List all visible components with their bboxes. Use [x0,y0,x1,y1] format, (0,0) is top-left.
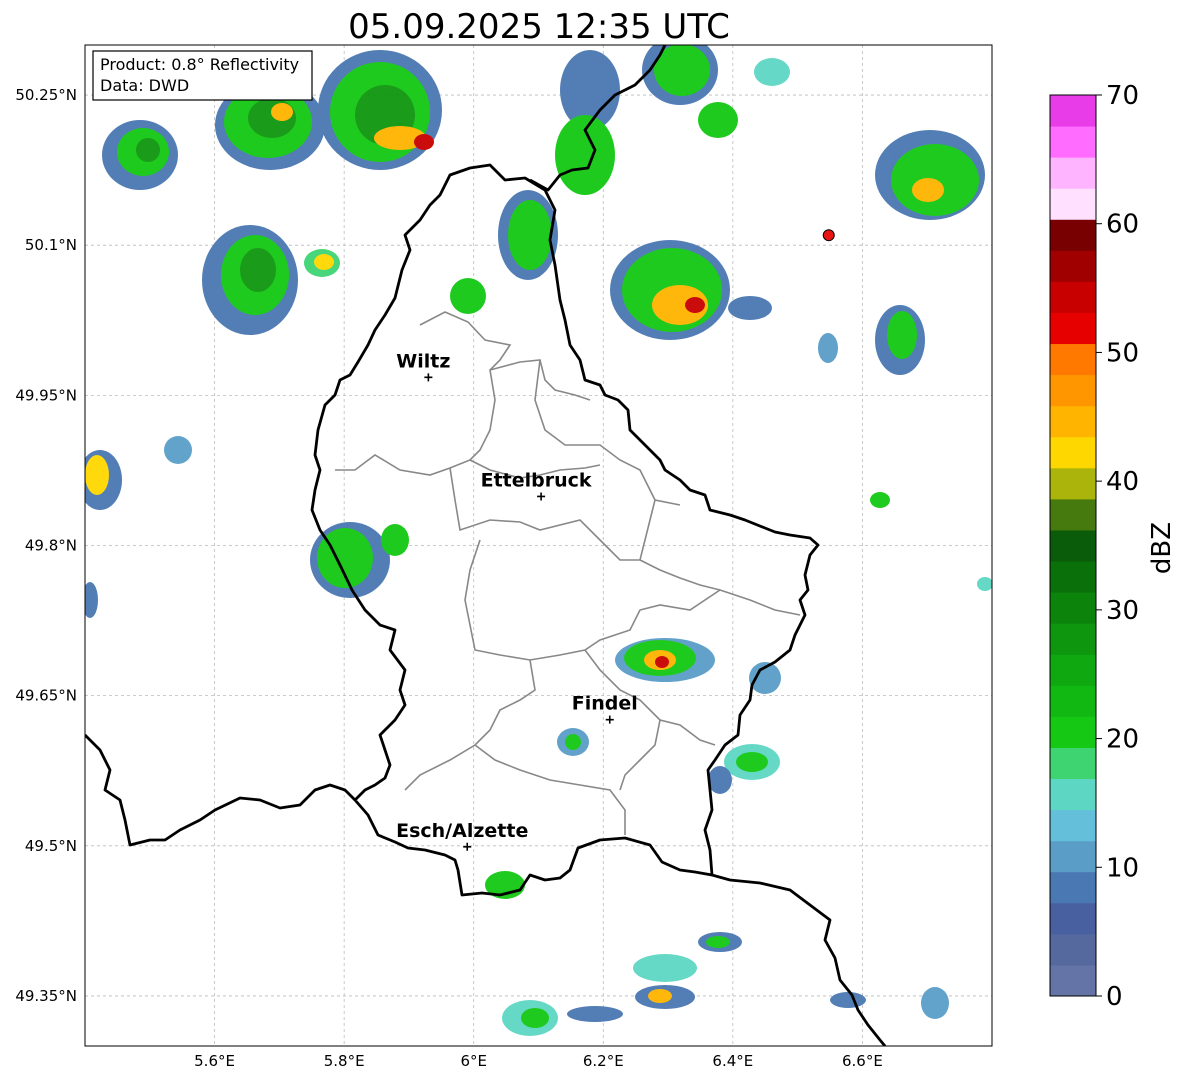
colorbar-swatch [1050,623,1096,655]
colorbar-swatch [1050,250,1096,282]
colorbar-swatch [1050,312,1096,345]
colorbar-label: dBZ [1147,522,1177,574]
colorbar-swatch [1050,871,1096,904]
colorbar-swatch [1050,157,1096,189]
lat-tick-label: 49.8°N [25,537,77,555]
colorbar-swatch [1050,933,1096,966]
radar-site-marker [822,229,835,242]
colorbar-swatch [1050,405,1096,438]
map-title: 05.09.2025 12:35 UTC [348,7,730,47]
lon-tick-label: 6.2°E [583,1052,624,1070]
colorbar-swatch [1050,654,1096,686]
info-product: Product: 0.8° Reflectivity [100,55,299,74]
colorbar-swatch [1050,716,1096,748]
city-label: Wiltz [396,350,450,372]
colorbar-tick-label: 30 [1106,596,1139,626]
colorbar-tick-label: 70 [1106,81,1139,111]
figure-svg: 05.09.2025 12:35 UTC WiltzEttelbruckFind… [15,7,1177,1070]
colorbar-swatch [1050,840,1096,873]
lat-tick-label: 49.65°N [15,687,77,705]
lon-tick-label: 5.6°E [194,1052,235,1070]
colorbar-swatch [1050,685,1096,717]
colorbar-swatch [1050,498,1096,531]
colorbar-swatch [1050,592,1096,624]
colorbar-swatch [1050,188,1096,220]
colorbar-tick-label: 40 [1106,467,1139,497]
colorbar-tick-label: 20 [1106,725,1139,755]
info-data-source: Data: DWD [100,76,189,95]
colorbar-swatch [1050,561,1096,593]
lat-tick-label: 49.95°N [15,386,77,404]
lat-tick-label: 50.1°N [25,236,77,254]
colorbar-swatch [1050,467,1096,500]
city-label: Ettelbruck [481,469,592,491]
radar-figure: 05.09.2025 12:35 UTC Wiltz Ettelbruck Fi… [0,0,1184,1081]
colorbar-swatch [1050,964,1096,997]
colorbar-swatch [1050,281,1096,313]
colorbar-swatch [1050,436,1096,469]
info-box: Product: 0.8° Reflectivity Data: DWD [92,50,313,101]
colorbar: 0 10 20 30 40 50 60 70 [1049,81,1139,1012]
city-label: Findel [572,693,638,715]
map-area: Wiltz Ettelbruck Findel Esch/Alzette Produc… [15,44,993,1070]
lon-tick-label: 6.6°E [842,1052,883,1070]
lat-tick-label: 49.5°N [25,837,77,855]
colorbar-tick-label: 50 [1106,338,1139,368]
colorbar-tick-label: 60 [1106,210,1139,240]
colorbar-tick-label: 10 [1106,853,1139,883]
colorbar-swatch [1050,374,1096,407]
lon-tick-label: 6°E [460,1052,487,1070]
colorbar-swatch [1050,343,1096,376]
lat-tick-label: 50.25°N [15,86,77,104]
colorbar-swatch [1050,809,1096,842]
colorbar-swatch [1050,126,1096,158]
lat-tick-label: 49.35°N [15,987,77,1005]
colorbar-swatch [1050,747,1096,780]
lon-tick-label: 6.4°E [712,1052,753,1070]
colorbar-swatch [1050,902,1096,935]
colorbar-swatch [1050,219,1096,251]
colorbar-tick-label: 0 [1106,982,1123,1012]
city-label: Esch/Alzette [396,820,528,842]
colorbar-swatch [1050,778,1096,811]
colorbar-swatch [1050,529,1096,562]
lon-tick-label: 5.8°E [324,1052,365,1070]
colorbar-swatch [1050,95,1096,127]
